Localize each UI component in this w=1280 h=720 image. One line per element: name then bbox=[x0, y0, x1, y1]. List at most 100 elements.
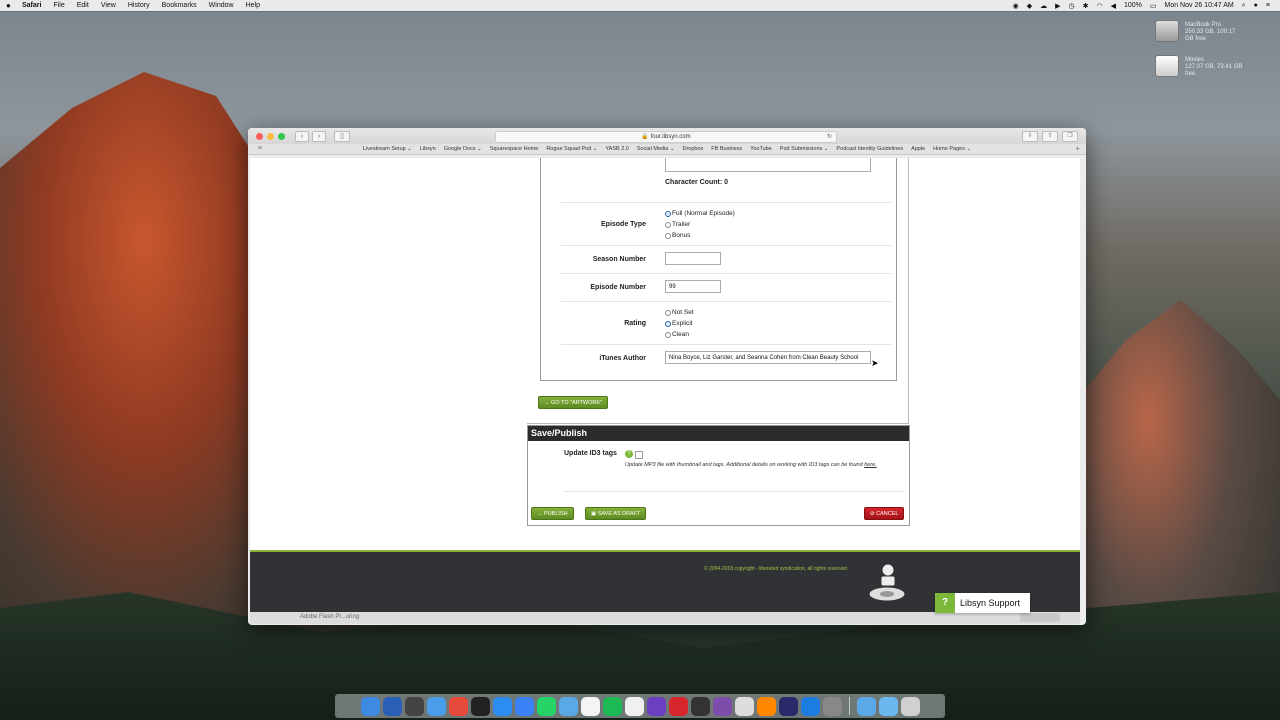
help-icon[interactable]: ? bbox=[625, 450, 633, 458]
episode-type-trailer-option[interactable]: Trailer bbox=[665, 221, 690, 228]
whatsapp-icon[interactable] bbox=[536, 696, 556, 716]
search-icon[interactable]: ⌕ bbox=[1242, 2, 1246, 10]
calendar-icon[interactable] bbox=[580, 696, 600, 716]
id3-help-link[interactable]: here. bbox=[864, 462, 877, 468]
reload-icon[interactable]: ↻ bbox=[827, 132, 832, 142]
audio-app-icon[interactable] bbox=[734, 696, 754, 716]
season-number-input[interactable] bbox=[665, 252, 721, 265]
itunes-author-input[interactable]: Nina Boyce, Liz Garster, and Seanna Cohe… bbox=[665, 351, 871, 364]
system-preferences-icon[interactable] bbox=[822, 696, 842, 716]
bookmark-item[interactable]: Squarespace Home bbox=[490, 146, 539, 152]
cancel-button[interactable]: ⊘ CANCEL bbox=[864, 507, 905, 520]
siri-icon[interactable]: ● bbox=[1254, 2, 1258, 9]
bookmark-item[interactable]: FB Business bbox=[711, 146, 742, 152]
radio-bonus[interactable] bbox=[665, 232, 671, 239]
bookmark-item[interactable]: Home Pages ⌄ bbox=[933, 146, 971, 152]
imovie-icon[interactable] bbox=[646, 696, 666, 716]
bookmark-item[interactable]: Libsyn bbox=[420, 146, 436, 152]
cloud-icon[interactable]: ☁ bbox=[1040, 2, 1047, 10]
preview-icon[interactable] bbox=[558, 696, 578, 716]
sidebar-toggle-button[interactable]: ▯ bbox=[334, 130, 350, 142]
dropbox-icon[interactable]: ◆ bbox=[1027, 2, 1032, 10]
zoom-icon[interactable] bbox=[492, 696, 512, 716]
background-tab-control[interactable] bbox=[1020, 613, 1060, 622]
menu-window[interactable]: Window bbox=[209, 2, 234, 9]
volume-icon[interactable]: ◀ bbox=[1111, 2, 1116, 10]
desktop-disk-macbook[interactable]: MacBook Pro 250.33 GB, 100.17 GB free bbox=[1155, 20, 1245, 42]
menu-file[interactable]: File bbox=[53, 2, 64, 9]
s-app-icon[interactable] bbox=[470, 696, 490, 716]
bookmark-item[interactable]: Google Docs ⌄ bbox=[444, 146, 482, 152]
bookmark-item[interactable]: Apple bbox=[911, 146, 925, 152]
menu-view[interactable]: View bbox=[101, 2, 116, 9]
episode-type-bonus-option[interactable]: Bonus bbox=[665, 232, 690, 239]
share-button[interactable]: ⇧ bbox=[1042, 131, 1058, 142]
play-icon[interactable]: ▶ bbox=[1055, 2, 1060, 10]
clock-icon[interactable]: ◷ bbox=[1068, 2, 1074, 10]
external-drive-icon[interactable] bbox=[1155, 55, 1179, 77]
wifi-icon[interactable]: ◠ bbox=[1096, 2, 1102, 10]
menu-safari[interactable]: Safari bbox=[22, 2, 41, 9]
menu-history[interactable]: History bbox=[128, 2, 150, 9]
applications-folder-icon[interactable] bbox=[856, 696, 876, 716]
finder-icon[interactable] bbox=[360, 696, 380, 716]
battery-icon[interactable]: ▭ bbox=[1150, 2, 1157, 10]
downloads-folder-icon[interactable] bbox=[878, 696, 898, 716]
downloads-button[interactable]: ⇩ bbox=[1022, 131, 1038, 142]
radio-explicit[interactable] bbox=[665, 320, 671, 327]
bookmark-item[interactable]: YASB 2.0 bbox=[605, 146, 628, 152]
minimize-window-button[interactable] bbox=[267, 132, 274, 140]
address-bar[interactable]: 🔒 four.libsyn.com ↻ bbox=[495, 131, 837, 143]
bookmark-item[interactable]: Pod Submissions ⌄ bbox=[780, 146, 829, 152]
spotify-icon[interactable] bbox=[602, 696, 622, 716]
bluetooth-icon[interactable]: ✱ bbox=[1083, 2, 1089, 10]
bookmark-item[interactable]: Livestream Setup ⌄ bbox=[363, 146, 412, 152]
bookmark-item[interactable]: YouTube bbox=[750, 146, 772, 152]
close-window-button[interactable] bbox=[256, 132, 263, 140]
siri-app-icon[interactable] bbox=[382, 696, 402, 716]
bookmark-item[interactable]: Social Media ⌄ bbox=[637, 146, 675, 152]
radio-full[interactable] bbox=[665, 210, 671, 217]
fullscreen-window-button[interactable] bbox=[278, 132, 285, 140]
new-tab-icon[interactable]: + bbox=[1075, 144, 1080, 153]
back-button[interactable]: ‹ bbox=[295, 130, 309, 142]
messenger-icon[interactable] bbox=[514, 696, 534, 716]
obs-icon[interactable] bbox=[690, 696, 710, 716]
menu-icon[interactable]: ≡ bbox=[258, 145, 262, 152]
go-to-artwork-button[interactable]: → GO TO "ARTWORK" bbox=[538, 396, 608, 409]
notification-center-icon[interactable]: ≡ bbox=[1266, 2, 1270, 9]
background-tab-title[interactable]: Adobe Flash Pl...uring bbox=[300, 614, 359, 620]
bookmark-item[interactable]: Podcast Identity Guidelines bbox=[836, 146, 903, 152]
quicktime-icon[interactable] bbox=[778, 696, 798, 716]
app-store-icon[interactable] bbox=[800, 696, 820, 716]
menu-edit[interactable]: Edit bbox=[77, 2, 89, 9]
episode-type-full-option[interactable]: Full (Normal Episode) bbox=[665, 210, 735, 217]
vlc-icon[interactable] bbox=[756, 696, 776, 716]
itunes-icon[interactable] bbox=[624, 696, 644, 716]
launchpad-icon[interactable] bbox=[404, 696, 424, 716]
rating-clean-option[interactable]: Clean bbox=[665, 331, 689, 338]
desktop-disk-movies[interactable]: Movies 127.07 GB, 73.41 GB free bbox=[1155, 55, 1245, 77]
r-app-icon[interactable] bbox=[668, 696, 688, 716]
publish-button[interactable]: → PUBLISH bbox=[531, 507, 574, 520]
description-textarea[interactable] bbox=[665, 158, 871, 172]
libsyn-support-widget[interactable]: ? Libsyn Support bbox=[935, 593, 1030, 613]
bookmark-item[interactable]: Dropbox bbox=[682, 146, 703, 152]
hard-drive-icon[interactable] bbox=[1155, 20, 1179, 42]
menubar-clock[interactable]: Mon Nov 26 10:47 AM bbox=[1164, 2, 1233, 9]
menu-help[interactable]: Help bbox=[246, 2, 260, 9]
radio-trailer[interactable] bbox=[665, 221, 671, 228]
apple-icon[interactable]: ● bbox=[6, 1, 14, 10]
trash-icon[interactable] bbox=[900, 696, 920, 716]
record-icon[interactable]: ◉ bbox=[1013, 2, 1019, 10]
rating-explicit-option[interactable]: Explicit bbox=[665, 320, 693, 327]
rating-not-set-option[interactable]: Not Set bbox=[665, 309, 694, 316]
safari-app-icon[interactable] bbox=[426, 696, 446, 716]
menu-bookmarks[interactable]: Bookmarks bbox=[162, 2, 197, 9]
tabs-overview-button[interactable]: ❐ bbox=[1062, 131, 1078, 142]
radio-not-set[interactable] bbox=[665, 309, 671, 316]
update-id3-checkbox[interactable] bbox=[635, 451, 643, 459]
forward-button[interactable]: › bbox=[312, 130, 326, 142]
bookmark-item[interactable]: Rogue Squad Pod ⌄ bbox=[546, 146, 597, 152]
podcast-icon[interactable] bbox=[712, 696, 732, 716]
